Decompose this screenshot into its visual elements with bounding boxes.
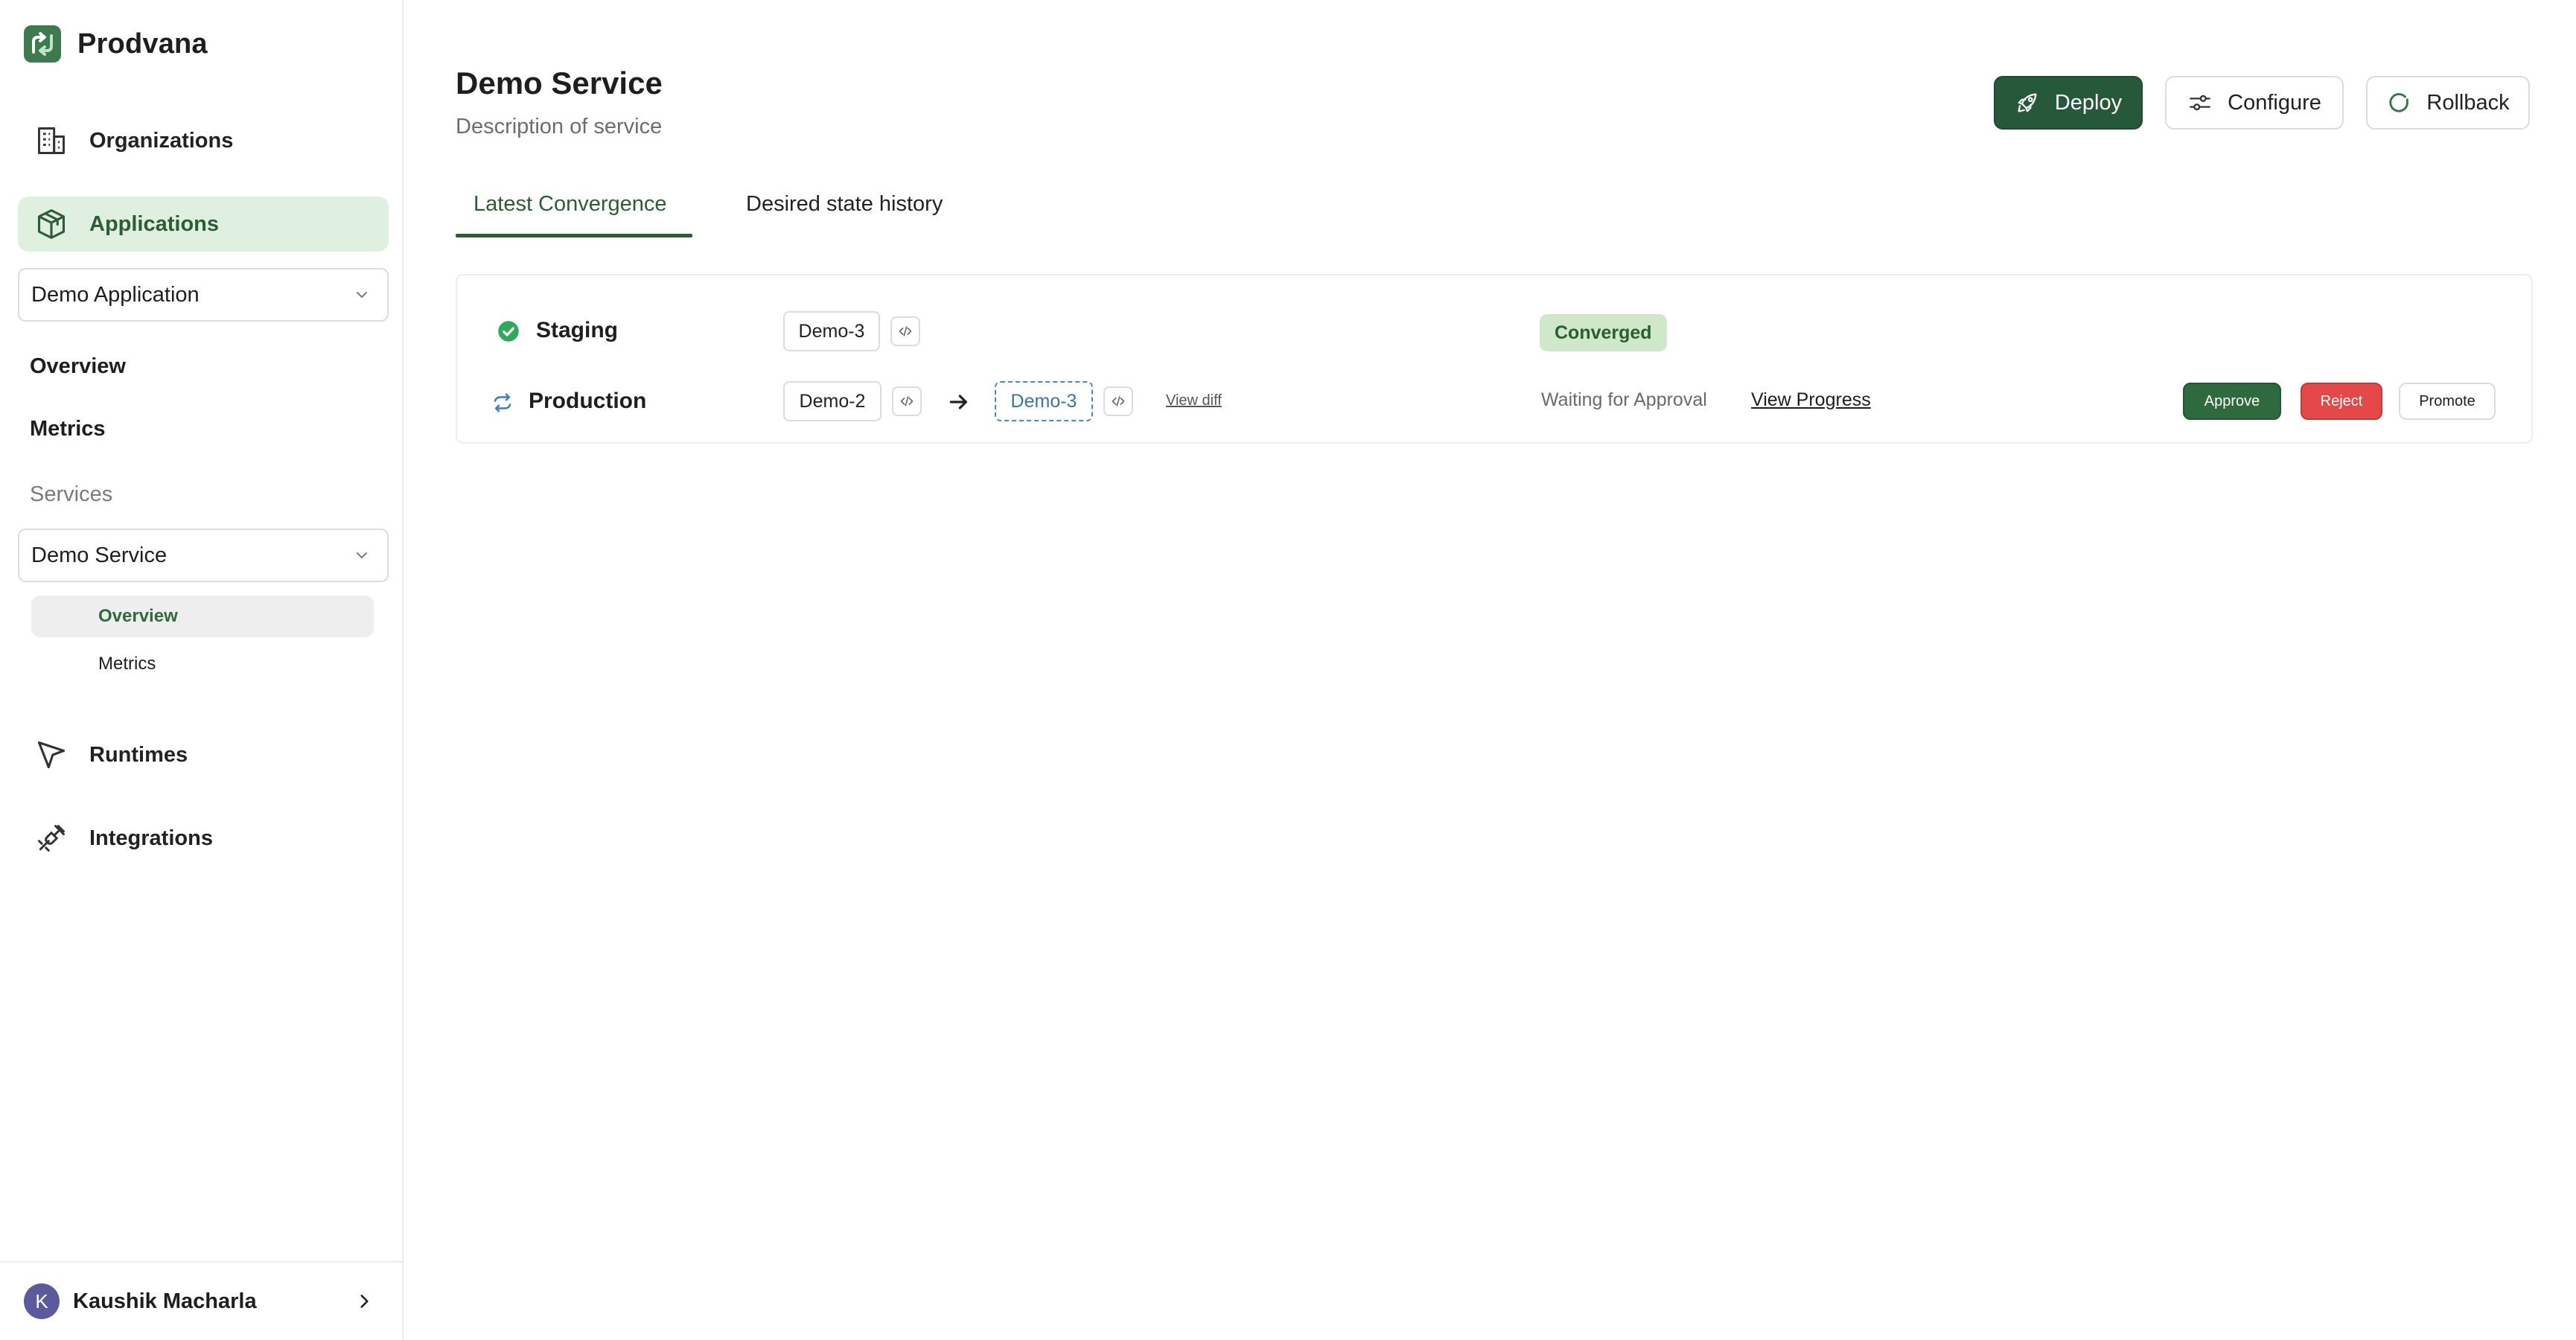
rocket-icon xyxy=(2018,93,2037,112)
active-tab-indicator xyxy=(456,234,692,237)
status-text-waiting: Waiting for Approval xyxy=(1541,389,1707,410)
sliders-icon xyxy=(2190,95,2211,111)
chevron-down-icon xyxy=(357,292,367,299)
rollback-button[interactable]: Rollback xyxy=(2366,76,2530,130)
configure-button[interactable]: Configure xyxy=(2165,76,2344,130)
user-name: Kaushik Macharla xyxy=(73,1289,257,1313)
prodvana-logo-icon xyxy=(24,25,61,63)
arrow-right-icon xyxy=(949,395,967,409)
configure-label: Configure xyxy=(2228,90,2321,115)
production-current-code-button[interactable] xyxy=(892,386,922,416)
package-icon xyxy=(34,207,68,241)
brand-name: Prodvana xyxy=(77,28,208,60)
cursor-arrow-icon xyxy=(34,738,68,772)
rollback-icon xyxy=(2389,93,2409,112)
check-circle-icon xyxy=(498,321,519,342)
sidebar-item-organizations[interactable]: Organizations xyxy=(18,113,389,168)
chevron-down-icon xyxy=(357,552,367,559)
sidebar-item-runtimes[interactable]: Runtimes xyxy=(18,727,389,782)
production-target-code-button[interactable] xyxy=(1103,386,1133,416)
app-metrics-link[interactable]: Metrics xyxy=(30,417,106,441)
sync-icon xyxy=(494,393,511,412)
plug-icon xyxy=(34,821,68,855)
staging-version-chip[interactable]: Demo-3 xyxy=(783,311,880,351)
avatar: K xyxy=(24,1283,60,1319)
view-diff-link[interactable]: View diff xyxy=(1166,392,1222,409)
page-title: Demo Service xyxy=(456,66,663,100)
sidebar-item-label: Applications xyxy=(89,211,220,236)
tab-desired-state-history[interactable]: Desired state history xyxy=(746,192,943,217)
convergence-panel: Staging Demo-3 Converged Production Demo… xyxy=(456,274,2533,444)
building-icon xyxy=(34,124,68,158)
status-badge-converged: Converged xyxy=(1540,314,1667,351)
service-overview-link[interactable]: Overview xyxy=(31,596,374,637)
application-select-value: Demo Application xyxy=(31,282,200,307)
code-icon xyxy=(900,396,914,406)
sidebar-item-applications[interactable]: Applications xyxy=(18,197,389,252)
reject-button[interactable]: Reject xyxy=(2301,383,2382,420)
sidebar-item-label: Integrations xyxy=(89,826,213,850)
view-progress-link[interactable]: View Progress xyxy=(1751,389,1871,411)
staging-code-button[interactable] xyxy=(890,316,920,346)
promote-button[interactable]: Promote xyxy=(2399,383,2496,420)
approve-button[interactable]: Approve xyxy=(2183,383,2281,420)
env-name-production: Production xyxy=(529,389,647,413)
code-icon xyxy=(1112,396,1125,406)
production-current-version-chip[interactable]: Demo-2 xyxy=(783,381,881,421)
service-select-value: Demo Service xyxy=(31,543,168,567)
tab-latest-convergence[interactable]: Latest Convergence xyxy=(474,192,667,217)
service-metrics-label: Metrics xyxy=(98,654,156,674)
page-description: Description of service xyxy=(456,115,663,138)
app-overview-link[interactable]: Overview xyxy=(30,354,126,379)
chevron-right-icon xyxy=(360,1295,369,1308)
sidebar-item-label: Organizations xyxy=(89,128,234,153)
application-select[interactable]: Demo Application xyxy=(18,268,389,322)
deploy-button[interactable]: Deploy xyxy=(1994,76,2143,130)
service-overview-label: Overview xyxy=(98,606,178,626)
code-icon xyxy=(899,326,912,336)
deploy-label: Deploy xyxy=(2054,90,2123,115)
brand[interactable]: Prodvana xyxy=(24,25,208,63)
sidebar: Prodvana Organizations Applications Demo… xyxy=(0,0,404,1340)
production-target-version-chip[interactable]: Demo-3 xyxy=(995,381,1093,421)
rollback-label: Rollback xyxy=(2426,90,2510,115)
env-name-staging: Staging xyxy=(536,318,618,342)
service-metrics-link[interactable]: Metrics xyxy=(31,643,374,685)
services-heading: Services xyxy=(30,482,113,506)
user-menu[interactable]: K Kaushik Macharla xyxy=(0,1261,402,1340)
sidebar-item-label: Runtimes xyxy=(89,742,188,767)
service-select[interactable]: Demo Service xyxy=(18,529,389,582)
sidebar-item-integrations[interactable]: Integrations xyxy=(18,811,389,866)
